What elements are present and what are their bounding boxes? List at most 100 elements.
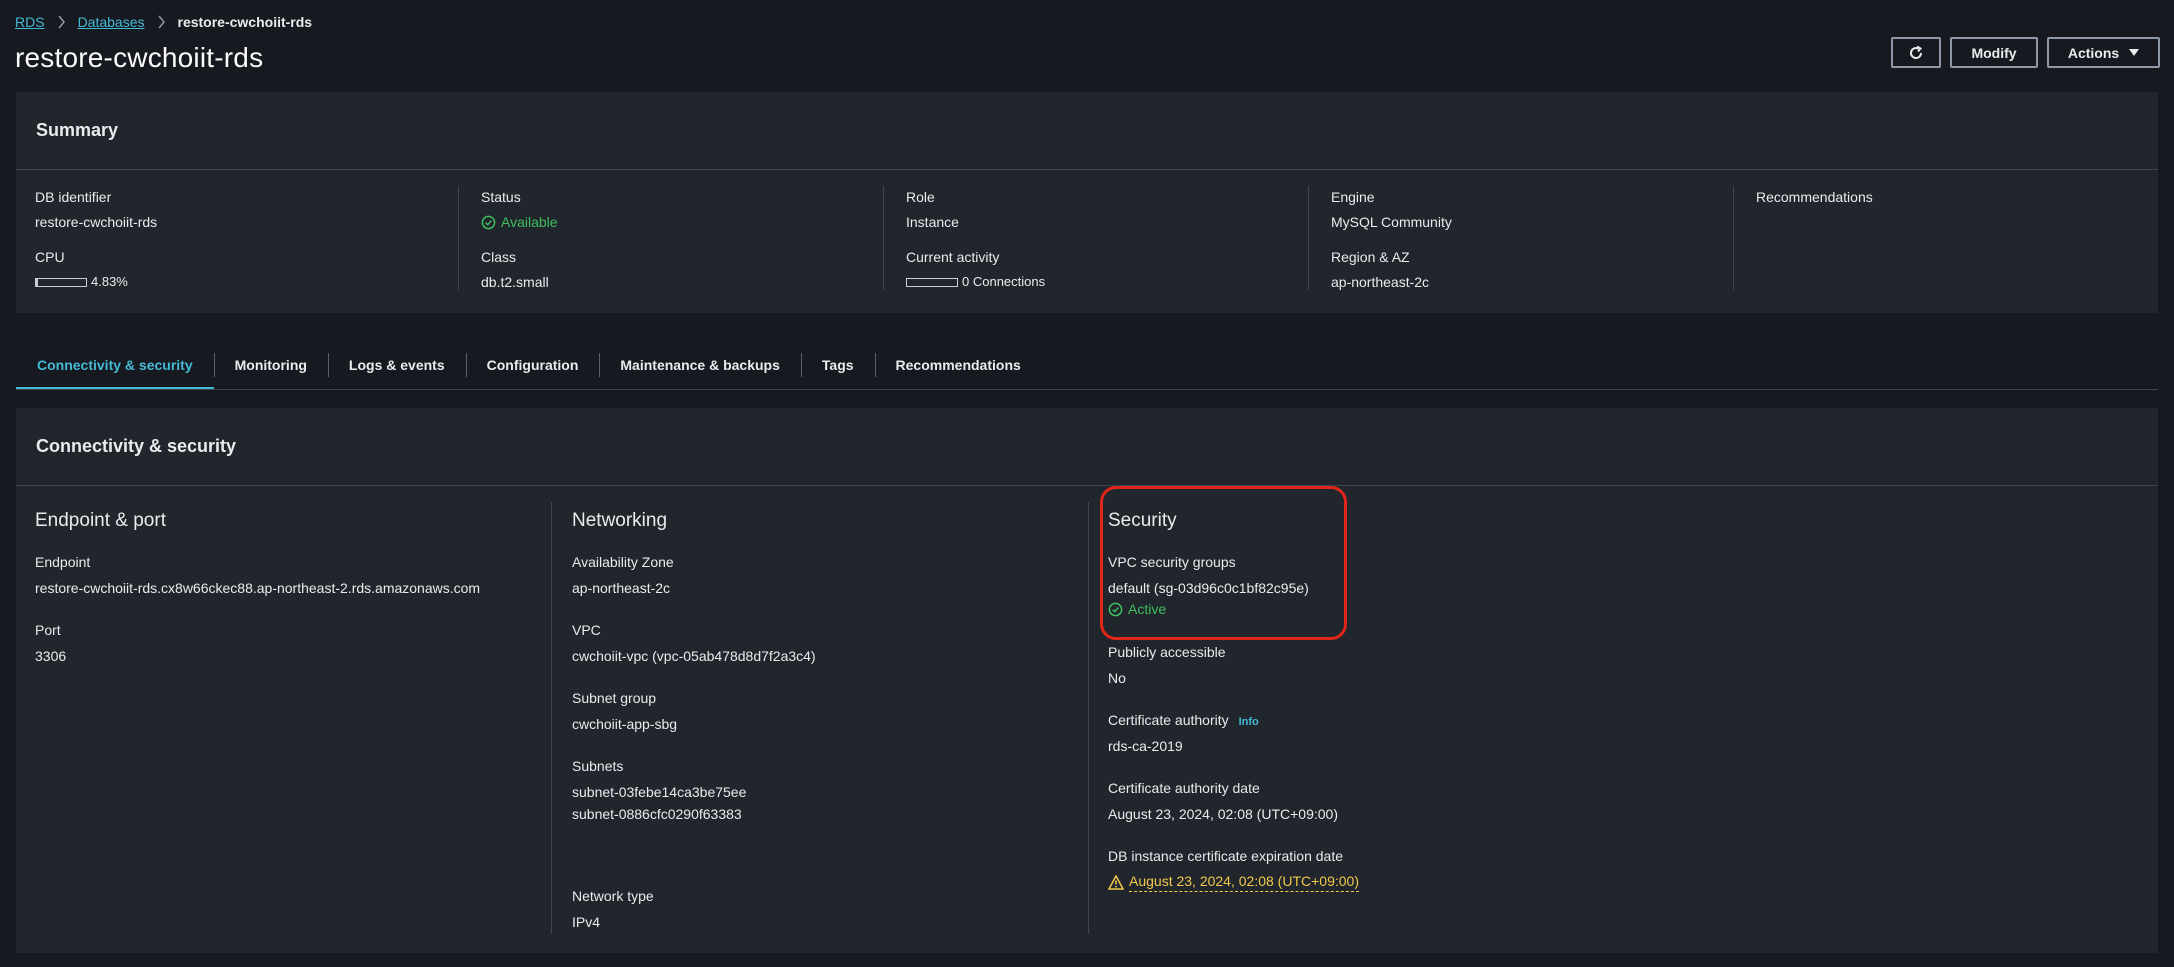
chevron-right-icon	[57, 15, 65, 29]
tab-bar: Connectivity & security Monitoring Logs …	[16, 340, 1042, 390]
cpu-label: CPU	[35, 249, 65, 265]
tab-configuration[interactable]: Configuration	[465, 340, 600, 390]
status-value: Available	[501, 214, 558, 230]
cpu-value: 4.83%	[91, 274, 128, 289]
current-activity-value: 0 Connections	[962, 274, 1046, 289]
tab-tags[interactable]: Tags	[800, 340, 875, 390]
publicly-accessible-label: Publicly accessible	[1108, 644, 1226, 660]
column-divider	[1308, 186, 1309, 290]
subnet-link[interactable]: subnet-03febe14ca3be75ee	[572, 784, 746, 800]
tab-connectivity-security[interactable]: Connectivity & security	[16, 340, 214, 390]
subnet-group-label: Subnet group	[572, 690, 657, 706]
networking-heading: Networking	[572, 510, 668, 531]
network-type-label: Network type	[572, 888, 654, 904]
network-type-value: IPv4	[572, 914, 601, 930]
db-identifier-label: DB identifier	[35, 189, 112, 205]
subnets-label: Subnets	[572, 758, 624, 774]
certificate-authority-value: rds-ca-2019	[1108, 738, 1183, 754]
status-label: Status	[481, 189, 521, 205]
summary-panel: Summary DB identifier restore-cwchoiit-r…	[16, 92, 2158, 313]
tab-bar-divider	[16, 389, 2158, 390]
engine-label: Engine	[1331, 189, 1375, 205]
check-circle-icon	[1108, 602, 1123, 616]
subnet-link[interactable]: subnet-0886cfc0290f63383	[572, 806, 742, 822]
engine-value: MySQL Community	[1331, 214, 1452, 230]
endpoint-label: Endpoint	[35, 554, 91, 570]
tab-label: Configuration	[486, 357, 579, 373]
cpu-progress-fill	[36, 279, 39, 287]
column-divider	[551, 502, 552, 934]
connectivity-header: Connectivity & security	[16, 408, 2158, 486]
class-value: db.t2.small	[481, 274, 549, 290]
column-divider	[1733, 186, 1734, 290]
tab-label: Recommendations	[895, 357, 1021, 373]
vpc-label: VPC	[572, 622, 601, 638]
refresh-icon	[1910, 45, 1923, 59]
tab-maintenance-backups[interactable]: Maintenance & backups	[599, 340, 801, 390]
summary-title: Summary	[36, 120, 119, 140]
breadcrumb: RDS Databases restore-cwchoiit-rds	[15, 12, 312, 32]
tab-label: Maintenance & backups	[620, 357, 780, 373]
current-activity-label: Current activity	[906, 249, 1000, 265]
tab-label: Logs & events	[348, 357, 445, 373]
cpu-meter: 4.83%	[35, 274, 128, 289]
breadcrumb-link-databases[interactable]: Databases	[78, 14, 145, 30]
certificate-expiration-value[interactable]: August 23, 2024, 02:08 (UTC+09:00)	[1129, 873, 1359, 892]
role-label: Role	[906, 189, 935, 205]
certificate-authority-date-value: August 23, 2024, 02:08 (UTC+09:00)	[1108, 806, 1338, 822]
tab-logs-events[interactable]: Logs & events	[327, 340, 466, 390]
chevron-right-icon	[157, 15, 165, 29]
certificate-expiration-label: DB instance certificate expiration date	[1108, 848, 1344, 864]
info-link[interactable]: Info	[1239, 716, 1259, 728]
security-group-status-text: Active	[1128, 601, 1167, 617]
tab-label: Tags	[821, 357, 854, 373]
recommendations-label: Recommendations	[1756, 189, 1873, 205]
summary-header: Summary	[16, 92, 2158, 170]
class-label: Class	[481, 249, 517, 265]
column-divider	[883, 186, 884, 290]
endpoint-port-heading: Endpoint & port	[35, 510, 166, 531]
current-activity-meter: 0 Connections	[906, 274, 1045, 289]
column-divider	[458, 186, 459, 290]
role-value: Instance	[906, 214, 959, 230]
vpc-link[interactable]: cwchoiit-vpc (vpc-05ab478d8d7f2a3c4)	[572, 648, 816, 664]
endpoint-value: restore-cwchoiit-rds.cx8w66ckec88.ap-nor…	[35, 580, 481, 596]
publicly-accessible-value: No	[1108, 670, 1126, 686]
region-value: ap-northeast-2c	[1331, 274, 1430, 290]
connectivity-panel: Connectivity & security Endpoint & port …	[16, 408, 2158, 953]
db-identifier-value: restore-cwchoiit-rds	[35, 214, 158, 230]
connectivity-title: Connectivity & security	[36, 436, 237, 456]
az-value: ap-northeast-2c	[572, 580, 671, 596]
tab-label: Monitoring	[234, 357, 307, 373]
refresh-button[interactable]	[1891, 37, 1941, 68]
tab-label: Connectivity & security	[37, 357, 193, 373]
subnet-group-value: cwchoiit-app-sbg	[572, 716, 678, 732]
certificate-authority-label: Certificate authority	[1108, 712, 1229, 728]
region-label: Region & AZ	[1331, 249, 1410, 265]
check-circle-icon	[481, 215, 496, 229]
tab-recommendations[interactable]: Recommendations	[874, 340, 1042, 390]
certificate-authority-label-row: Certificate authority Info	[1108, 712, 1259, 728]
certificate-authority-date-label: Certificate authority date	[1108, 780, 1260, 796]
modify-button[interactable]: Modify	[1950, 37, 2038, 68]
security-heading: Security	[1108, 510, 1177, 531]
breadcrumb-link-rds[interactable]: RDS	[15, 14, 45, 30]
caret-down-icon	[2129, 48, 2140, 56]
status-badge: Available	[481, 214, 558, 230]
tab-monitoring[interactable]: Monitoring	[213, 340, 328, 390]
security-group-status: Active	[1108, 601, 1166, 617]
port-label: Port	[35, 622, 61, 638]
security-group-link[interactable]: default (sg-03d96c0c1bf82c95e)	[1108, 580, 1309, 596]
breadcrumb-current: restore-cwchoiit-rds	[177, 14, 313, 30]
port-value: 3306	[35, 648, 67, 664]
warning-icon	[1108, 875, 1124, 890]
activity-progress-bar	[906, 278, 958, 288]
actions-button[interactable]: Actions	[2047, 37, 2160, 68]
certificate-expiration-warning: August 23, 2024, 02:08 (UTC+09:00)	[1108, 873, 1359, 892]
cpu-progress-bar	[35, 278, 87, 288]
column-divider	[1088, 502, 1089, 934]
modify-button-label: Modify	[1971, 44, 2017, 61]
az-label: Availability Zone	[572, 554, 674, 570]
vpc-security-groups-label: VPC security groups	[1108, 554, 1236, 570]
page-title: restore-cwchoiit-rds	[15, 42, 264, 73]
